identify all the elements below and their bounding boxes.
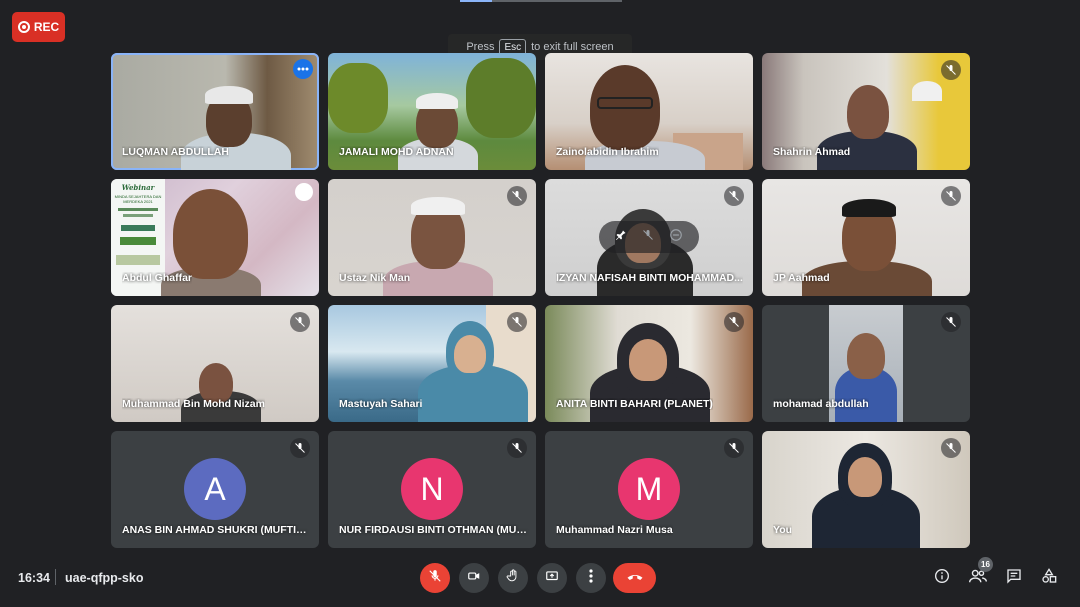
- poster-subtitle: MINDA SEJAHTERA DAN MERDEKA 2021: [114, 194, 162, 204]
- mic-off-icon: [428, 569, 442, 588]
- raise-hand-button[interactable]: [498, 563, 528, 593]
- mic-off-icon: [724, 186, 744, 206]
- remove-icon[interactable]: [669, 228, 683, 247]
- participant-name: JAMALI MOHD ADNAN: [339, 146, 454, 158]
- poster-title: Webinar: [121, 183, 155, 192]
- participant-tile[interactable]: ANITA BINTI BAHARI (PLANET): [545, 305, 753, 422]
- mic-off-icon: [507, 186, 527, 206]
- end-call-button[interactable]: [613, 563, 656, 593]
- bottom-bar: 16:34 uae-qfpp-sko: [0, 555, 1080, 600]
- mic-off-icon: [941, 186, 961, 206]
- participant-tile[interactable]: N NUR FIRDAUSI BINTI OTHMAN (MUFT...: [328, 431, 536, 548]
- recording-indicator: REC: [12, 12, 65, 42]
- divider: [55, 569, 56, 585]
- participant-tile[interactable]: JAMALI MOHD ADNAN: [328, 53, 536, 170]
- mic-off-icon: [507, 312, 527, 332]
- participant-name: IZYAN NAFISAH BINTI MOHAMMAD...: [556, 272, 743, 284]
- participant-tile[interactable]: Webinar MINDA SEJAHTERA DAN MERDEKA 2021…: [111, 179, 319, 296]
- mic-off-icon: [941, 312, 961, 332]
- mic-off-icon: [290, 312, 310, 332]
- participant-tile[interactable]: IZYAN NAFISAH BINTI MOHAMMAD...: [545, 179, 753, 296]
- tile-hover-controls: [599, 221, 699, 253]
- participant-name: NUR FIRDAUSI BINTI OTHMAN (MUFT...: [339, 524, 529, 536]
- participant-name: Mastuyah Sahari: [339, 398, 423, 410]
- mic-off-icon: [941, 60, 961, 80]
- avatar: N: [401, 458, 463, 520]
- participant-name: ANITA BINTI BAHARI (PLANET): [556, 398, 713, 410]
- participant-tile[interactable]: mohamad abdullah: [762, 305, 970, 422]
- mute-participant-icon[interactable]: [642, 228, 654, 246]
- participant-name: mohamad abdullah: [773, 398, 869, 410]
- participant-name: Muhammad Bin Mohd Nizam: [122, 398, 265, 410]
- end-call-icon: [626, 569, 644, 587]
- participant-count-badge: 16: [978, 557, 993, 572]
- present-screen-icon: [545, 569, 559, 588]
- meeting-clock: 16:34: [18, 571, 50, 585]
- participant-name: ANAS BIN AHMAD SHUKRI (MUFTIWP): [122, 524, 312, 536]
- mic-toggle-button[interactable]: [420, 563, 450, 593]
- mic-off-icon: [507, 438, 527, 458]
- meeting-code[interactable]: uae-qfpp-sko: [65, 571, 143, 585]
- hint-suffix: to exit full screen: [531, 41, 614, 53]
- present-screen-button[interactable]: [537, 563, 567, 593]
- avatar: A: [184, 458, 246, 520]
- record-icon: [17, 21, 30, 33]
- more-options-button[interactable]: [576, 563, 606, 593]
- participant-tile[interactable]: M Muhammad Nazri Musa: [545, 431, 753, 548]
- recording-label: REC: [33, 20, 60, 34]
- mic-off-icon: [724, 438, 744, 458]
- raise-hand-icon: [506, 568, 520, 588]
- activities-icon[interactable]: [1038, 565, 1060, 587]
- participant-tile[interactable]: LUQMAN ABDULLAH: [111, 53, 319, 170]
- participant-name: Ustaz Nik Man: [339, 272, 411, 284]
- more-vert-icon: [589, 568, 593, 588]
- participant-name: You: [773, 524, 793, 536]
- mic-off-icon: [941, 438, 961, 458]
- camera-icon: [467, 569, 481, 588]
- participant-tile[interactable]: Ustaz Nik Man: [328, 179, 536, 296]
- participant-name: Shahrin Ahmad: [773, 146, 851, 158]
- self-view-tile[interactable]: You: [762, 431, 970, 548]
- hint-prefix: Press: [466, 41, 495, 53]
- mic-off-icon: [724, 312, 744, 332]
- participant-tile[interactable]: Mastuyah Sahari: [328, 305, 536, 422]
- participant-tile[interactable]: Zainolabidin Ibrahim: [545, 53, 753, 170]
- top-progress-bar: [460, 0, 622, 2]
- pin-icon[interactable]: [615, 228, 627, 246]
- participant-name: Abdul Ghaffar: [122, 272, 192, 284]
- participant-tile[interactable]: JP Aahmad: [762, 179, 970, 296]
- participant-name: LUQMAN ABDULLAH: [122, 146, 229, 158]
- mic-off-icon: [290, 438, 310, 458]
- camera-toggle-button[interactable]: [459, 563, 489, 593]
- participant-name: Muhammad Nazri Musa: [556, 524, 673, 536]
- avatar: M: [618, 458, 680, 520]
- participant-grid: LUQMAN ABDULLAH JAMALI MOHD ADNAN Zainol…: [111, 53, 970, 548]
- participant-name: Zainolabidin Ibrahim: [556, 146, 659, 158]
- participant-tile[interactable]: Muhammad Bin Mohd Nizam: [111, 305, 319, 422]
- more-options-icon[interactable]: [293, 59, 313, 79]
- chat-icon[interactable]: [1003, 565, 1025, 587]
- info-icon[interactable]: [931, 565, 953, 587]
- participant-name: JP Aahmad: [773, 272, 830, 284]
- participant-tile[interactable]: A ANAS BIN AHMAD SHUKRI (MUFTIWP): [111, 431, 319, 548]
- participant-tile[interactable]: Shahrin Ahmad: [762, 53, 970, 170]
